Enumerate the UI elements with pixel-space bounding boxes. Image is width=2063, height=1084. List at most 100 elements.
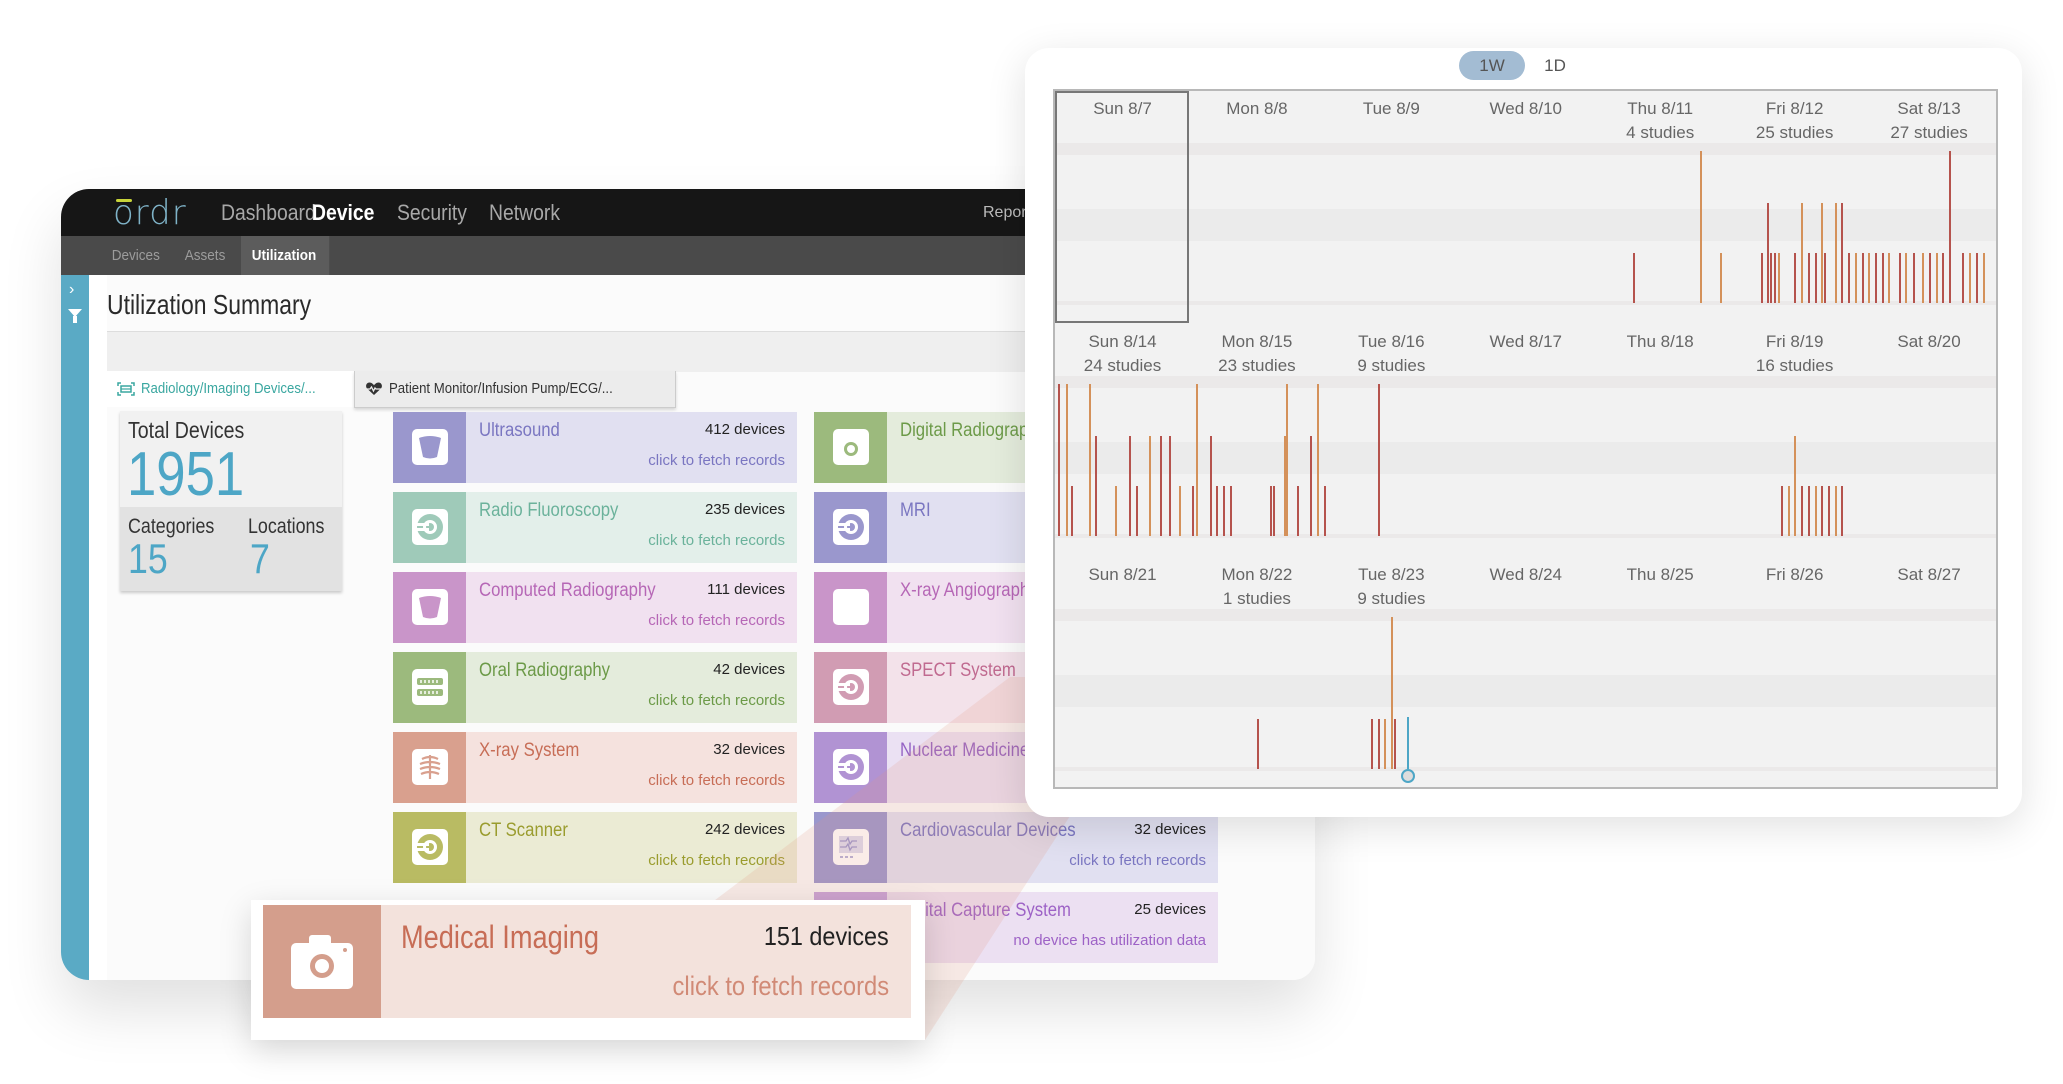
utilization-event-bar bbox=[1196, 384, 1199, 536]
tile-x-ray-system[interactable]: X-ray System 32 devices click to fetch rec… bbox=[393, 732, 797, 803]
day-label[interactable]: Mon 8/22 1 studies bbox=[1189, 563, 1324, 611]
utilization-event-bar bbox=[1807, 485, 1810, 536]
day-label[interactable]: Sat 8/20 bbox=[1862, 330, 1997, 354]
utilization-event-bar bbox=[1899, 252, 1902, 303]
tile-icon-box bbox=[393, 572, 466, 643]
day-date: Wed 8/24 bbox=[1489, 565, 1563, 584]
nav-dashboard[interactable]: Dashboard bbox=[221, 200, 316, 226]
range-1w-button[interactable]: 1W bbox=[1459, 51, 1525, 80]
day-label[interactable]: Sun 8/21 bbox=[1055, 563, 1190, 587]
utilization-event-bar bbox=[1928, 252, 1931, 303]
chevron-right-icon[interactable]: › bbox=[69, 281, 74, 299]
day-studies-count: 1 studies bbox=[1222, 589, 1291, 608]
fetch-records-link[interactable]: click to fetch records bbox=[648, 532, 785, 549]
day-label[interactable]: Thu 8/11 4 studies bbox=[1593, 97, 1728, 145]
tile-name: CT Scanner bbox=[479, 820, 568, 841]
subnav-utilization[interactable]: Utilization bbox=[241, 236, 330, 275]
nav-network[interactable]: Network bbox=[489, 200, 560, 226]
utilization-event-bar bbox=[1178, 485, 1181, 536]
utilization-event-bar bbox=[1770, 252, 1773, 303]
tile-name: Computed Radiography bbox=[479, 580, 656, 601]
time-cursor-line[interactable] bbox=[1407, 717, 1410, 769]
day-date: Thu 8/11 bbox=[1627, 99, 1694, 118]
filter-icon[interactable] bbox=[68, 309, 82, 323]
utilization-event-bar bbox=[1095, 435, 1098, 536]
tile-cardiovascular-devices[interactable]: Cardiovascular Devices 32 devices click to… bbox=[814, 812, 1218, 883]
day-label[interactable]: Thu 8/25 bbox=[1593, 563, 1728, 587]
selected-day-box[interactable] bbox=[1055, 91, 1189, 323]
day-label[interactable]: Mon 8/8 bbox=[1189, 97, 1324, 121]
utilization-event-bar bbox=[1323, 485, 1326, 536]
day-label[interactable]: Tue 8/16 9 studies bbox=[1324, 330, 1459, 378]
nav-device[interactable]: Device bbox=[312, 200, 374, 226]
day-label[interactable]: Sun 8/14 24 studies bbox=[1055, 330, 1190, 378]
day-date: Thu 8/18 bbox=[1626, 332, 1694, 351]
nav-security[interactable]: Security bbox=[397, 200, 467, 226]
utilization-event-bar bbox=[1377, 384, 1380, 536]
day-label[interactable]: Fri 8/26 bbox=[1727, 563, 1862, 587]
ordr-logo[interactable]: ordr bbox=[113, 193, 187, 233]
fetch-records-link[interactable]: no device has utilization data bbox=[1013, 932, 1206, 949]
fetch-records-link[interactable]: click to fetch records bbox=[648, 772, 785, 789]
fetch-records-link[interactable]: click to fetch records bbox=[1069, 852, 1206, 869]
tile-medical-imaging[interactable]: Medical Imaging 151 devices click to fet… bbox=[263, 905, 911, 1018]
day-label[interactable]: Tue 8/9 bbox=[1324, 97, 1459, 121]
day-label[interactable]: Sat 8/27 bbox=[1862, 563, 1997, 587]
day-label[interactable]: Sat 8/13 27 studies bbox=[1862, 97, 1997, 145]
fetch-records-link[interactable]: click to fetch records bbox=[648, 852, 785, 869]
tile-ultrasound[interactable]: Ultrasound 412 devices click to fetch reco… bbox=[393, 412, 797, 483]
day-date: Sun 8/14 bbox=[1088, 332, 1157, 351]
day-label[interactable]: Tue 8/23 9 studies bbox=[1324, 563, 1459, 611]
utilization-event-bar bbox=[1135, 485, 1138, 536]
tile-icon-box bbox=[814, 812, 887, 883]
tile-ct-scanner[interactable]: CT Scanner 242 devices click to fetch reco… bbox=[393, 812, 797, 883]
camera-icon bbox=[833, 429, 869, 465]
tile-icon-box bbox=[393, 412, 466, 483]
utilization-event-bar bbox=[1814, 252, 1817, 303]
day-label[interactable]: Thu 8/18 bbox=[1593, 330, 1728, 354]
range-1d-button[interactable]: 1D bbox=[1535, 51, 1575, 80]
time-cursor-handle[interactable] bbox=[1401, 769, 1416, 783]
day-label[interactable]: Wed 8/17 bbox=[1458, 330, 1593, 354]
fetch-records-link[interactable]: click to fetch records bbox=[648, 692, 785, 709]
subnav-devices[interactable]: Devices bbox=[101, 236, 171, 275]
baseline bbox=[1055, 767, 1996, 771]
fetch-records-link[interactable]: click to fetch records bbox=[672, 971, 889, 1002]
day-date: Fri 8/26 bbox=[1765, 565, 1824, 584]
utilization-event-bar bbox=[1633, 252, 1636, 303]
utilization-event-bar bbox=[1888, 252, 1891, 303]
utilization-event-bar bbox=[1229, 485, 1232, 536]
tile-icon-box bbox=[263, 905, 381, 1018]
tile-computed-radiography[interactable]: Computed Radiography 111 devices click to … bbox=[393, 572, 797, 643]
tile-oral-radiography[interactable]: Oral Radiography 42 devices click to fetch… bbox=[393, 652, 797, 723]
tab-radiology[interactable]: Radiology/Imaging Devices/... bbox=[107, 371, 369, 407]
day-studies-count: 16 studies bbox=[1755, 356, 1834, 375]
fetch-records-link[interactable]: click to fetch records bbox=[648, 452, 785, 469]
nav-report[interactable]: Report bbox=[983, 204, 1031, 222]
utilization-event-bar bbox=[1827, 485, 1830, 536]
fetch-records-link[interactable]: click to fetch records bbox=[648, 612, 785, 629]
magnified-tile-card: Medical Imaging 151 devices click to fet… bbox=[251, 900, 925, 1040]
tile-name: X-ray System bbox=[479, 740, 580, 761]
day-label[interactable]: Fri 8/12 25 studies bbox=[1727, 97, 1862, 145]
utilization-event-bar bbox=[1962, 252, 1965, 303]
utilization-event-bar bbox=[1774, 252, 1777, 303]
tile-name: Nuclear Medicine bbox=[900, 740, 1030, 761]
scanner-icon bbox=[117, 382, 135, 396]
day-label[interactable]: Wed 8/24 bbox=[1458, 563, 1593, 587]
tab-patient-monitor[interactable]: Patient Monitor/Infusion Pump/ECG/... bbox=[354, 371, 676, 408]
day-studies-count: 9 studies bbox=[1357, 356, 1426, 375]
tile-radio-fluoroscopy[interactable]: Radio Fluoroscopy 235 devices click to fet… bbox=[393, 492, 797, 563]
subnav-assets[interactable]: Assets bbox=[174, 236, 236, 275]
day-date: Mon 8/15 bbox=[1221, 332, 1293, 351]
timeline-chart[interactable]: Sun 8/7 Mon 8/8 Tue 8/9 Wed 8/10 Thu 8/11 4 s… bbox=[1053, 89, 1998, 789]
utilization-event-bar bbox=[1935, 252, 1938, 303]
day-date: Sat 8/13 bbox=[1897, 99, 1961, 118]
day-label[interactable]: Wed 8/10 bbox=[1458, 97, 1593, 121]
tile-count: 242 devices bbox=[704, 821, 785, 838]
utilization-event-bar bbox=[1848, 252, 1851, 303]
utilization-event-bar bbox=[1115, 485, 1118, 536]
day-label[interactable]: Fri 8/19 16 studies bbox=[1727, 330, 1862, 378]
teeth-icon bbox=[412, 669, 448, 705]
day-label[interactable]: Mon 8/15 23 studies bbox=[1189, 330, 1324, 378]
